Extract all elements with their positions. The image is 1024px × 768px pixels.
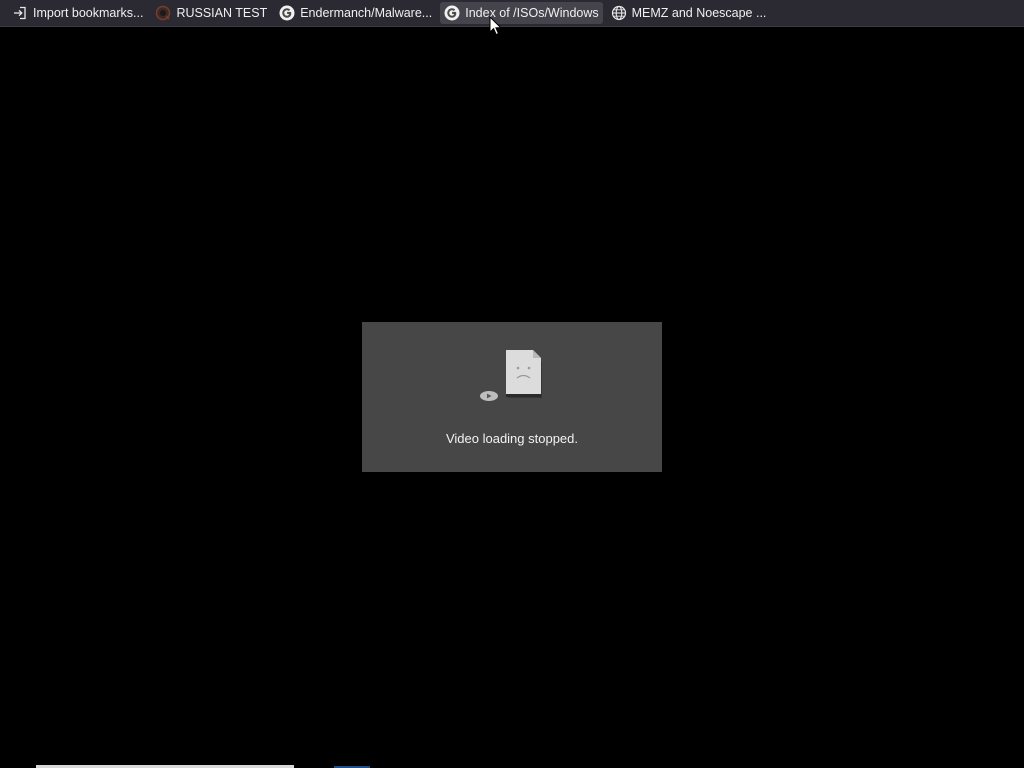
broken-video-file-icon [478,348,548,404]
bookmark-memz-and-noescape[interactable]: MEMZ and Noescape ... [607,2,771,24]
bookmark-index-of-isos-windows[interactable]: Index of /ISOs/Windows [440,2,603,24]
bookmarks-toolbar: Import bookmarks... RUSSIAN TEST Enderma… [0,0,1024,27]
browser-window: Import bookmarks... RUSSIAN TEST Enderma… [0,0,1024,768]
site-favicon-icon [155,5,171,21]
bookmark-import-bookmarks[interactable]: Import bookmarks... [8,2,147,24]
globe-icon [611,5,627,21]
google-icon [279,5,295,21]
bookmark-label: Endermanch/Malware... [300,6,433,20]
bookmark-endermanch-malware[interactable]: Endermanch/Malware... [275,2,436,24]
video-error-message: Video loading stopped. [445,431,579,446]
bookmark-label: MEMZ and Noescape ... [631,6,767,20]
video-error-panel: Video loading stopped. [362,322,662,472]
bookmark-label: Index of /ISOs/Windows [465,6,599,20]
bookmark-label: RUSSIAN TEST [176,6,268,20]
google-icon [444,5,460,21]
bookmark-russian-test[interactable]: RUSSIAN TEST [151,2,271,24]
bookmark-label: Import bookmarks... [33,6,144,20]
import-icon [12,5,28,21]
